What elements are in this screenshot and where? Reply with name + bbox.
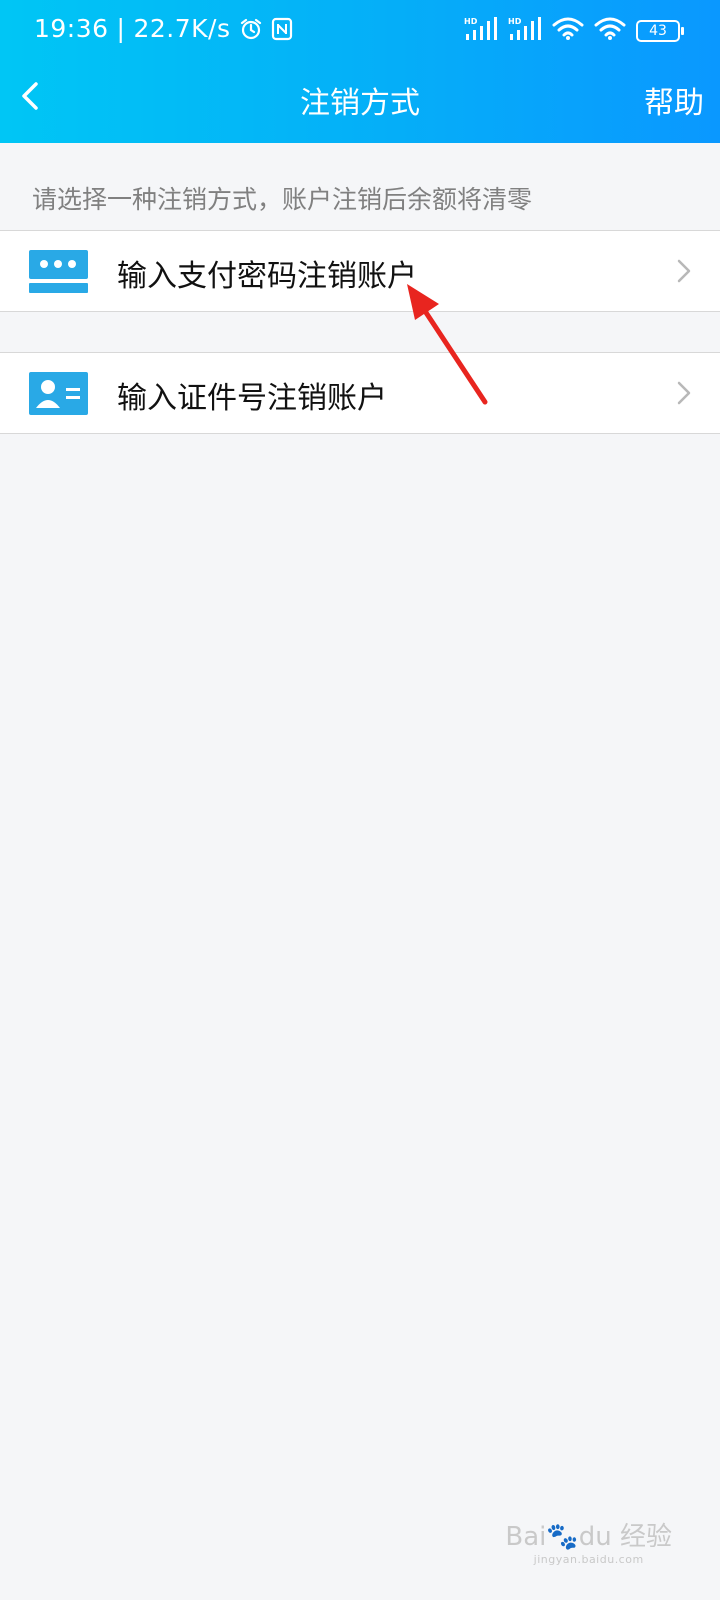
- option-id-number[interactable]: 输入证件号注销账户: [0, 352, 720, 434]
- wifi-icon-2: [594, 17, 626, 45]
- chevron-right-icon: [674, 379, 694, 407]
- paw-icon: 🐾: [546, 1522, 579, 1552]
- status-right: HD HD 43: [464, 16, 684, 46]
- nfc-icon: [271, 17, 293, 41]
- nav-bar: 注销方式 帮助: [0, 66, 720, 143]
- red-arrow-annotation: [407, 284, 488, 405]
- network-speed: 22.7K/s: [133, 14, 231, 43]
- instruction-text: 请选择一种注销方式，账户注销后余额将清零: [32, 185, 533, 214]
- watermark-url: jingyan.baidu.com: [533, 1553, 644, 1566]
- chevron-right-icon: [674, 257, 694, 285]
- option-label: 输入支付密码注销账户: [117, 259, 417, 294]
- baidu-watermark: Bai🐾du 经验 jingyan.baidu.com: [505, 1516, 672, 1566]
- app-header: 19:36 | 22.7K/s HD HD 43 注销方式 帮助: [0, 0, 720, 143]
- svg-text:HD: HD: [464, 17, 478, 26]
- password-card-icon: [29, 250, 88, 293]
- status-left: 19:36 | 22.7K/s: [34, 14, 293, 43]
- signal-icon-2: HD: [508, 16, 542, 46]
- watermark-brand: Bai: [505, 1522, 547, 1552]
- signal-icon: HD: [464, 16, 498, 46]
- page-title: 注销方式: [300, 86, 420, 121]
- status-time: 19:36: [34, 14, 109, 43]
- status-bar: 19:36 | 22.7K/s HD HD 43: [0, 0, 720, 66]
- wifi-icon: [552, 17, 584, 45]
- svg-text:HD: HD: [508, 17, 522, 26]
- alarm-icon: [239, 17, 263, 41]
- watermark-brand2: du: [578, 1522, 612, 1552]
- watermark-product: 经验: [619, 1522, 672, 1552]
- id-card-icon: [29, 372, 88, 415]
- status-divider: |: [116, 14, 126, 43]
- option-label: 输入证件号注销账户: [117, 381, 387, 416]
- help-button[interactable]: 帮助: [644, 78, 704, 122]
- battery-icon: 43: [636, 20, 684, 42]
- option-password[interactable]: 输入支付密码注销账户: [0, 230, 720, 312]
